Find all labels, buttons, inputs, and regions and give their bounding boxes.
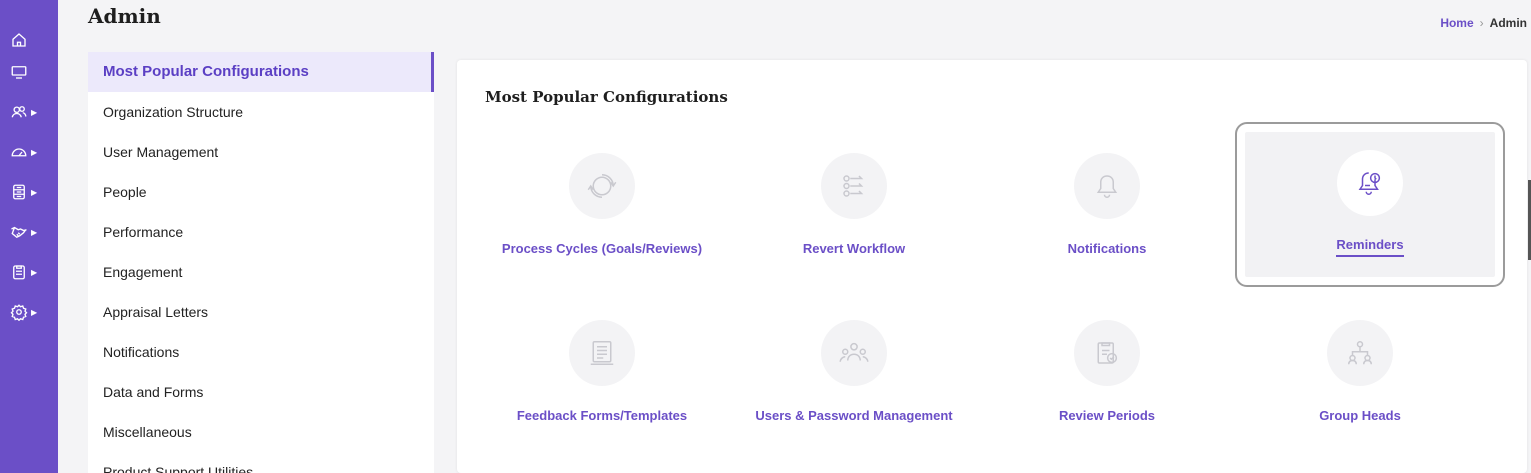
menu-item-most-popular[interactable]: Most Popular Configurations [88,52,434,92]
rail-data[interactable]: ▶ [0,174,58,210]
caret-right-icon: ▶ [31,147,38,157]
monitor-icon [11,66,27,79]
rail-home[interactable] [0,22,58,58]
nav-rail: ▶ ▶ ▶ ▶ ▶ ▶ [0,0,58,473]
caret-right-icon: ▶ [31,187,38,197]
caret-right-icon: ▶ [31,267,38,277]
menu-item-notifications[interactable]: Notifications [88,332,434,372]
settings-icon [10,304,28,321]
tile-label: Group Heads [1250,396,1470,436]
menu-item-miscellaneous[interactable]: Miscellaneous [88,412,434,452]
tile-revert-workflow[interactable]: Revert Workflow [729,135,979,280]
users-group-icon [839,342,869,362]
tile-label: Reminders [1260,226,1480,266]
tile-label-text: Review Periods [1058,408,1156,423]
menu-item-data-and-forms[interactable]: Data and Forms [88,372,434,412]
form-template-icon [590,341,614,365]
tile-icon-circle [821,153,887,219]
tile-icon-circle [1074,153,1140,219]
tile-icon-circle [1337,150,1403,216]
tile-label-text: Process Cycles (Goals/Reviews) [501,241,703,256]
tile-label: Process Cycles (Goals/Reviews) [492,229,712,269]
rail-users[interactable]: ▶ [0,94,58,130]
breadcrumb-current: Admin [1489,16,1527,30]
caret-right-icon: ▶ [31,227,38,237]
tile-label: Notifications [997,229,1217,269]
workflow-icon [843,175,864,197]
home-icon [12,33,26,47]
clipboard-check-icon [1097,342,1118,364]
tile-icon-circle [569,153,635,219]
bell-clock-icon [1358,172,1381,195]
clipboard-icon [13,265,25,280]
tile-label: Review Periods [997,396,1217,436]
menu-item-people[interactable]: People [88,172,434,212]
breadcrumb-home-link[interactable]: Home [1440,16,1473,30]
tile-label: Users & Password Management [744,396,964,436]
tile-feedback-forms[interactable]: Feedback Forms/Templates [477,302,727,447]
caret-right-icon: ▶ [31,107,38,117]
handshake-icon [11,226,27,239]
tile-review-periods[interactable]: Review Periods [982,302,1232,447]
rail-reports[interactable]: ▶ [0,254,58,290]
tile-icon-circle [1327,320,1393,386]
rail-settings[interactable]: ▶ [0,294,58,330]
tile-label-text: Reminders [1336,236,1404,257]
tile-process-cycles[interactable]: Process Cycles (Goals/Reviews) [477,135,727,280]
tile-label-text: Feedback Forms/Templates [516,408,688,423]
tile-group-heads[interactable]: Group Heads [1235,302,1485,447]
tile-label: Feedback Forms/Templates [492,396,712,436]
admin-menu: Most Popular Configurations Organization… [88,52,434,473]
tile-label-text: Notifications [1067,241,1147,256]
tile-icon-circle [1074,320,1140,386]
tile-notifications[interactable]: Notifications [982,135,1232,280]
menu-item-product-support-utilities[interactable]: Product Support Utilities [88,452,434,473]
breadcrumb-separator: › [1479,16,1484,30]
section-title: Most Popular Configurations [485,88,728,106]
tile-icon-circle [569,320,635,386]
menu-item-appraisal-letters[interactable]: Appraisal Letters [88,292,434,332]
page-title: Admin [88,4,161,28]
rail-monitor[interactable] [0,54,58,90]
hierarchy-icon [1348,341,1372,365]
tile-label-text: Revert Workflow [802,241,906,256]
menu-item-user-management[interactable]: User Management [88,132,434,172]
menu-item-engagement[interactable]: Engagement [88,252,434,292]
bell-icon [1096,175,1118,198]
tile-icon-circle [821,320,887,386]
menu-item-performance[interactable]: Performance [88,212,434,252]
rail-performance[interactable]: ▶ [0,134,58,170]
configurations-card: Most Popular Configurations Process Cycl… [457,60,1527,473]
caret-right-icon: ▶ [31,307,38,317]
tile-label: Revert Workflow [744,229,964,269]
rail-engagement[interactable]: ▶ [0,214,58,250]
tile-label-text: Group Heads [1319,408,1401,423]
cycle-icon [587,174,617,198]
tile-reminders[interactable]: Reminders [1235,122,1505,287]
breadcrumb: Home › Admin [1440,16,1527,30]
tile-users-password[interactable]: Users & Password Management [729,302,979,447]
menu-item-organization-structure[interactable]: Organization Structure [88,92,434,132]
speedometer-icon [11,148,27,157]
database-icon [13,184,25,200]
tile-label-text: Users & Password Management [755,408,953,423]
users-icon [11,106,27,118]
